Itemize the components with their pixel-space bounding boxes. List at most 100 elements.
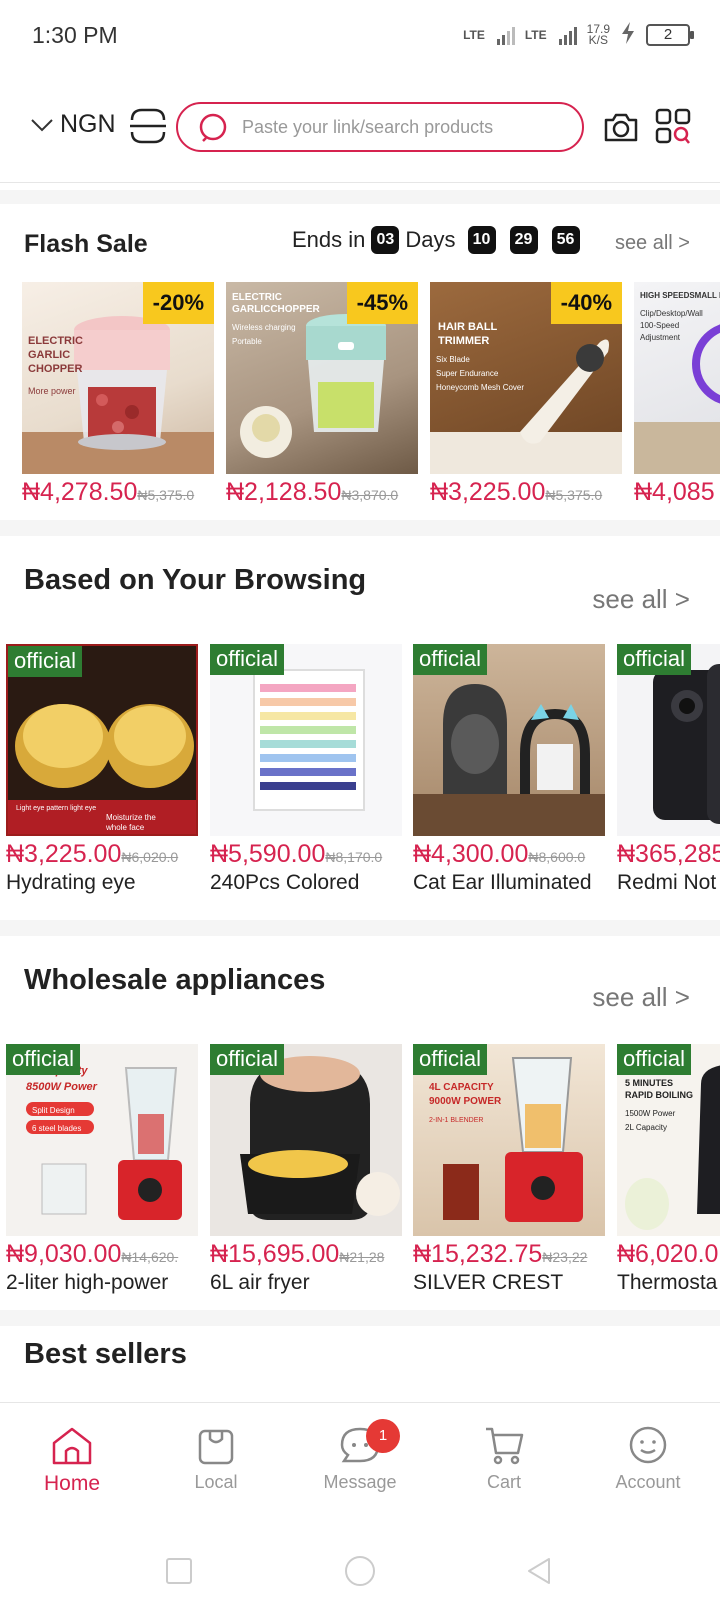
svg-text:Adjustment: Adjustment	[640, 333, 681, 342]
flash-product-card[interactable]: ELECTRIC GARLICCHOPPER Wireless charging…	[226, 282, 418, 507]
countdown-minutes: 29	[509, 226, 538, 254]
product-card[interactable]: Light eye pattern light eye Moisturize t…	[6, 644, 198, 895]
currency-selector[interactable]: NGN	[30, 110, 116, 139]
status-bar: 1:30 PM LTE LTE 17.9 K/S 2	[0, 0, 720, 72]
search-input[interactable]	[242, 116, 572, 138]
product-card[interactable]: official ₦5,590.00₦8,170.0 240Pcs Colore…	[210, 644, 402, 895]
browsing-see-all[interactable]: see all >	[592, 584, 690, 615]
svg-text:Split Design: Split Design	[32, 1106, 75, 1115]
nav-account[interactable]: Account	[576, 1403, 720, 1511]
best-sellers-title: Best sellers	[24, 1338, 187, 1370]
svg-text:HAIR BALL: HAIR BALL	[438, 321, 498, 333]
home-circle-icon[interactable]	[343, 1554, 377, 1588]
status-time: 1:30 PM	[32, 22, 118, 48]
discount-badge: -45%	[346, 282, 418, 324]
svg-text:HIGH SPEEDSMALL FA: HIGH SPEEDSMALL FA	[640, 291, 720, 300]
svg-text:Honeycomb Mesh Cover: Honeycomb Mesh Cover	[436, 383, 524, 392]
product-name: Redmi Not	[617, 871, 717, 894]
section-gap	[0, 1310, 720, 1326]
original-price: ₦8,600.0	[528, 849, 586, 865]
product-image: Light eye pattern light eye Moisturize t…	[6, 644, 198, 836]
original-price: ₦3,870.0	[341, 487, 399, 503]
product-card[interactable]: official ₦4,300.00₦8,600.0 Cat Ear Illum…	[413, 644, 605, 895]
section-gap	[0, 920, 720, 936]
svg-text:9000W POWER: 9000W POWER	[429, 1096, 502, 1107]
svg-text:Clip/Desktop/Wall: Clip/Desktop/Wall	[640, 309, 703, 318]
svg-text:GARLICCHOPPER: GARLICCHOPPER	[232, 304, 321, 315]
home-icon	[52, 1427, 92, 1465]
scan-icon[interactable]	[655, 106, 691, 146]
nav-account-label: Account	[615, 1472, 681, 1492]
flash-product-card[interactable]: HAIR BALL TRIMMER Six Blade Super Endura…	[430, 282, 622, 507]
chevron-down-icon	[31, 118, 53, 131]
svg-text:4L CAPACITY: 4L CAPACITY	[429, 1082, 494, 1093]
ends-in-label: Ends in	[292, 227, 366, 252]
discount-badge: -40%	[550, 282, 622, 324]
search-bar[interactable]	[176, 102, 584, 152]
original-price: ₦5,375.0	[137, 487, 195, 503]
wholesale-see-all[interactable]: see all >	[592, 982, 690, 1013]
official-badge: official	[210, 1044, 284, 1075]
product-image: official	[617, 644, 720, 836]
section-gap	[0, 190, 720, 204]
nav-message[interactable]: 1 Message	[288, 1403, 432, 1511]
product-name: 2-liter high-power	[6, 1271, 169, 1294]
product-image: ELECTRIC GARLICCHOPPER Wireless charging…	[226, 282, 418, 474]
svg-text:ELECTRIC: ELECTRIC	[232, 292, 282, 303]
official-badge: official	[210, 644, 284, 675]
product-price: ₦15,695.00₦21,28	[210, 1240, 385, 1268]
search-icon	[199, 113, 227, 142]
product-price: ₦9,030.00₦14,620.	[6, 1240, 179, 1268]
svg-text:8500W Power: 8500W Power	[26, 1081, 98, 1093]
official-badge: official	[8, 646, 82, 677]
svg-text:1500W Power: 1500W Power	[625, 1109, 676, 1118]
product-price: ₦4,085	[634, 478, 715, 506]
product-card[interactable]: official ₦15,695.00₦21,28 6L air fryer	[210, 1044, 402, 1295]
status-icons: LTE LTE 17.9 K/S 2	[463, 22, 694, 47]
smile-icon	[629, 1426, 667, 1464]
svg-text:Moisturize the: Moisturize the	[106, 813, 156, 822]
product-image: 5 MINUTES RAPID BOILING 1500W Power 2L C…	[617, 1044, 720, 1236]
nav-message-label: Message	[323, 1472, 397, 1492]
original-price: ₦6,020.0	[121, 849, 179, 865]
official-badge: official	[617, 644, 691, 675]
best-sellers-section: Best sellers	[0, 1326, 720, 1402]
nav-home-label: Home	[43, 1472, 101, 1495]
svg-text:Wireless charging: Wireless charging	[232, 323, 296, 332]
original-price: ₦23,22	[542, 1249, 588, 1265]
flash-product-card[interactable]: ELECTRIC GARLIC CHOPPER More power -20% …	[22, 282, 214, 507]
recents-icon[interactable]	[164, 1556, 194, 1586]
product-card[interactable]: 2L Capacity 8500W Power Split Design 6 s…	[6, 1044, 198, 1295]
official-badge: official	[413, 1044, 487, 1075]
flash-product-card[interactable]: HIGH SPEEDSMALL FA Clip/Desktop/Wall 100…	[634, 282, 720, 507]
product-card[interactable]: official ₦365,285 Redmi Not	[617, 644, 720, 895]
original-price: ₦5,375.0	[545, 487, 603, 503]
svg-text:6 steel blades: 6 steel blades	[32, 1124, 81, 1133]
product-image: official	[210, 1044, 402, 1236]
product-price: ₦3,225.00₦5,375.0	[430, 478, 603, 506]
product-image: HAIR BALL TRIMMER Six Blade Super Endura…	[430, 282, 622, 474]
product-price: ₦365,285	[617, 840, 720, 868]
svg-text:TRIMMER: TRIMMER	[438, 335, 489, 347]
flash-sale-see-all[interactable]: see all >	[615, 232, 690, 255]
bag-icon	[198, 1429, 234, 1465]
menu-icon[interactable]	[128, 106, 168, 146]
nav-cart[interactable]: Cart	[432, 1403, 576, 1511]
flash-sale-row: ELECTRIC GARLIC CHOPPER More power -20% …	[0, 282, 720, 512]
wholesale-section: Wholesale appliances see all > 2L Capaci…	[0, 936, 720, 1316]
product-image: 2L Capacity 8500W Power Split Design 6 s…	[6, 1044, 198, 1236]
product-card[interactable]: 5 MINUTES RAPID BOILING 1500W Power 2L C…	[617, 1044, 720, 1295]
svg-text:More power: More power	[28, 386, 76, 396]
back-icon[interactable]	[524, 1556, 554, 1586]
svg-text:RAPID BOILING: RAPID BOILING	[625, 1090, 693, 1100]
camera-icon[interactable]	[602, 108, 640, 146]
product-image: ELECTRIC GARLIC CHOPPER More power -20%	[22, 282, 214, 474]
svg-text:2-IN-1 BLENDER: 2-IN-1 BLENDER	[429, 1117, 483, 1124]
system-navigation-bar	[0, 1540, 720, 1600]
product-image: HIGH SPEEDSMALL FA Clip/Desktop/Wall 100…	[634, 282, 720, 474]
countdown-timer: Ends in 03 Days 10 29 56	[292, 226, 580, 254]
product-price: ₦4,278.50₦5,375.0	[22, 478, 195, 506]
nav-home[interactable]: Home	[0, 1403, 144, 1511]
nav-local[interactable]: Local	[144, 1403, 288, 1511]
product-card[interactable]: 4L CAPACITY 9000W POWER 2-IN-1 BLENDER o…	[413, 1044, 605, 1295]
